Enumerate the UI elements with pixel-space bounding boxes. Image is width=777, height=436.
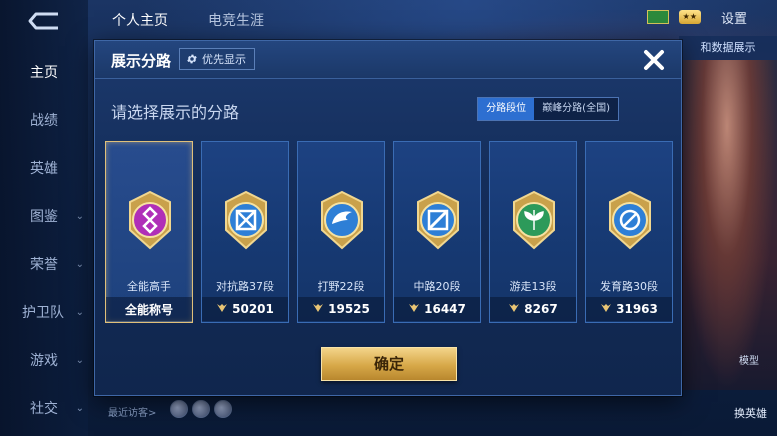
lane-score-row: 16447 <box>394 297 480 321</box>
close-button[interactable] <box>639 45 669 75</box>
chevron-down-icon: ⌄ <box>75 211 84 222</box>
allround-emblem-icon <box>124 190 176 250</box>
sidebar-item-label: 游戏 <box>30 353 58 369</box>
chevron-down-icon: ⌄ <box>75 355 84 366</box>
lane-card[interactable]: 游走13段 8267 <box>489 141 577 323</box>
avatar[interactable] <box>192 400 210 418</box>
sidebar-item-5[interactable]: 护卫队 ⌄ <box>0 298 88 328</box>
chevron-down-icon: ⌄ <box>75 307 84 318</box>
sidebar-item-label: 护卫队 <box>22 305 64 321</box>
lane-score-value: 31963 <box>616 302 658 316</box>
lane-card[interactable]: 发育路30段 31963 <box>585 141 673 323</box>
chevron-down-icon: ⌄ <box>75 259 84 270</box>
tab-peak-lane[interactable]: 巅峰分路(全国) <box>534 98 618 120</box>
left-nav: 主页战绩英雄图鉴 ⌄ 荣誉 ⌄ 护卫队 ⌄ 游戏 ⌄ 社交 ⌄ <box>0 0 88 436</box>
sidebar-item-6[interactable]: 游戏 ⌄ <box>0 346 88 376</box>
lane-score-value: 8267 <box>524 302 558 316</box>
lane-display-dialog: 展示分路 优先显示 请选择展示的分路 分路段位 巅峰分路(全国) 全能高手全能称… <box>94 40 682 396</box>
lane-card[interactable]: 中路20段 16447 <box>393 141 481 323</box>
lane-score-value: 全能称号 <box>124 302 173 317</box>
recent-visitors-link[interactable]: 最近访客> <box>108 404 156 419</box>
dialog-header: 展示分路 优先显示 <box>95 41 681 79</box>
lane-card[interactable]: 对抗路37段 50201 <box>201 141 289 323</box>
lane-score-row: 8267 <box>490 297 576 321</box>
laurel-icon <box>312 302 324 316</box>
lane-score-value: 19525 <box>328 302 370 316</box>
farm-lane-emblem-icon <box>604 190 656 250</box>
lane-score-value: 50201 <box>232 302 274 316</box>
switch-hero-button[interactable]: 换英雄 <box>734 405 767 421</box>
jungle-emblem-icon <box>316 190 368 250</box>
tab-lane-rank[interactable]: 分路段位 <box>478 98 535 120</box>
priority-display-toggle[interactable]: 优先显示 <box>179 48 255 70</box>
lane-score-row: 19525 <box>298 297 384 321</box>
laurel-icon <box>408 302 420 316</box>
clash-lane-emblem-icon <box>220 190 272 250</box>
hero-portrait <box>677 60 777 390</box>
sidebar-item-2[interactable]: 英雄 <box>0 154 88 184</box>
lane-card[interactable]: 打野22段 19525 <box>297 141 385 323</box>
tab-personal-home[interactable]: 个人主页 <box>112 10 168 30</box>
close-icon <box>644 50 664 70</box>
avatar[interactable] <box>214 400 232 418</box>
sidebar-item-3[interactable]: 图鉴 ⌄ <box>0 202 88 232</box>
lane-score-row: 31963 <box>586 297 672 321</box>
sidebar-item-0[interactable]: 主页 <box>0 58 88 88</box>
avatar[interactable] <box>170 400 188 418</box>
back-arrow-icon <box>28 12 58 30</box>
mid-lane-emblem-icon <box>412 190 464 250</box>
recent-visitor-avatars <box>170 400 232 418</box>
dialog-subtitle: 请选择展示的分路 <box>111 103 240 122</box>
lane-rank-label: 游走13段 <box>509 280 557 293</box>
model-button[interactable]: 模型 <box>739 352 759 367</box>
gear-icon <box>187 54 197 64</box>
laurel-icon <box>600 302 612 316</box>
dialog-title: 展示分路 <box>111 52 172 70</box>
priority-display-label: 优先显示 <box>202 53 246 66</box>
sidebar-item-label: 英雄 <box>30 161 58 177</box>
sidebar-item-label: 荣誉 <box>30 257 58 273</box>
lane-card[interactable]: 全能高手 全能称号 <box>105 141 193 323</box>
tab-esports-career[interactable]: 电竞生涯 <box>208 10 264 30</box>
settings-button[interactable]: 设置 <box>711 6 757 29</box>
lane-rank-label: 发育路30段 <box>600 280 658 293</box>
lane-score-row: 全能称号 <box>106 297 192 321</box>
sidebar-item-7[interactable]: 社交 ⌄ <box>0 394 88 424</box>
sidebar-item-label: 战绩 <box>30 113 58 129</box>
lane-score-value: 16447 <box>424 302 466 316</box>
flag-icon <box>646 10 669 24</box>
laurel-icon <box>216 302 228 316</box>
sidebar-item-4[interactable]: 荣誉 ⌄ <box>0 250 88 280</box>
lane-rank-label: 对抗路37段 <box>216 280 274 293</box>
data-display-button[interactable]: 和数据展示 <box>679 36 777 60</box>
sidebar-item-label: 主页 <box>30 65 58 81</box>
confirm-button[interactable]: 确定 <box>321 347 457 381</box>
sidebar-item-1[interactable]: 战绩 <box>0 106 88 136</box>
vip-badge-icon: ★★ <box>678 10 701 24</box>
sidebar-item-label: 图鉴 <box>30 209 58 225</box>
lane-score-row: 50201 <box>202 297 288 321</box>
lane-rank-label: 打野22段 <box>317 280 365 293</box>
roam-emblem-icon <box>508 190 560 250</box>
back-button[interactable] <box>24 8 64 34</box>
sidebar-item-label: 社交 <box>30 401 58 417</box>
laurel-icon <box>508 302 520 316</box>
lane-rank-label: 中路20段 <box>413 280 461 293</box>
lane-cards: 全能高手 全能称号 对抗路37段 50201 打野22段 19525 中路20段 16447 游… <box>105 141 675 325</box>
lane-rank-label: 全能高手 <box>127 280 171 293</box>
lane-type-tabs: 分路段位 巅峰分路(全国) <box>477 97 619 121</box>
top-right-bar: ★★ 设置 <box>646 6 757 29</box>
chevron-down-icon: ⌄ <box>75 403 84 414</box>
